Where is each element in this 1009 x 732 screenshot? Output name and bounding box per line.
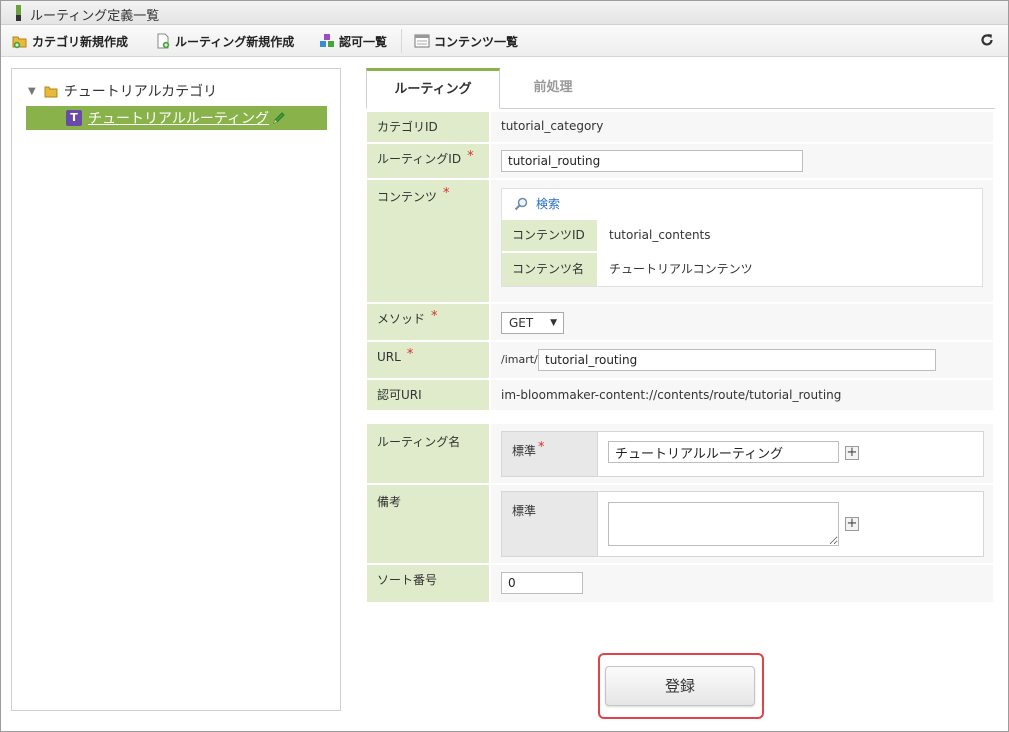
pencil-icon[interactable] bbox=[272, 111, 286, 125]
contents-name-value: チュートリアルコンテンツ bbox=[598, 253, 982, 286]
contents-search-link[interactable]: 検索 bbox=[514, 195, 560, 212]
tab-bar: ルーティング 前処理 bbox=[366, 68, 995, 109]
authz-uri-value: im-bloommaker-content://contents/route/t… bbox=[501, 388, 842, 402]
note-locale-label: 標準 bbox=[502, 492, 598, 556]
add-routing-label: ルーティング新規作成 bbox=[175, 34, 295, 49]
routing-id-label: ルーティングID * bbox=[367, 144, 489, 178]
add-locale-plus-icon[interactable]: + bbox=[845, 517, 859, 531]
routing-id-label-text: ルーティングID bbox=[377, 152, 462, 166]
blocks-icon bbox=[319, 33, 335, 49]
authz-uri-label-text: 認可URI bbox=[377, 388, 422, 402]
contents-id-value: tutorial_contents bbox=[598, 220, 982, 251]
method-cell bbox=[491, 304, 993, 340]
window-frame: ルーティング定義一覧 カテゴリ新規作成 ルーティング新規作成 認可一覧 コンテン… bbox=[0, 0, 1009, 732]
tree-routing-label: チュートリアルルーティング bbox=[88, 111, 270, 127]
contents-list-label: コンテンツ一覧 bbox=[434, 34, 519, 49]
method-selected-value: GET bbox=[509, 316, 534, 330]
note-textarea[interactable] bbox=[608, 502, 839, 546]
add-category-label: カテゴリ新規作成 bbox=[32, 34, 129, 49]
tree-category-node[interactable]: ▼ チュートリアルカテゴリ bbox=[28, 82, 217, 100]
contents-label: コンテンツ * bbox=[367, 180, 489, 302]
url-prefix: /imart/ bbox=[501, 353, 538, 366]
required-mark: * bbox=[467, 149, 474, 164]
sort-no-label: ソート番号 bbox=[367, 565, 489, 602]
add-locale-plus-icon[interactable]: + bbox=[845, 446, 859, 460]
routing-type-icon: T bbox=[66, 110, 82, 126]
method-label-text: メソッド bbox=[377, 312, 426, 326]
category-id-label-text: カテゴリID bbox=[377, 120, 438, 134]
contents-label-text: コンテンツ bbox=[377, 190, 438, 204]
required-mark: * bbox=[443, 186, 450, 201]
category-id-label: カテゴリID bbox=[367, 112, 489, 142]
folder-icon bbox=[44, 85, 58, 98]
note-label: 備考 bbox=[367, 485, 489, 563]
method-label: メソッド * bbox=[367, 304, 489, 340]
register-button[interactable]: 登録 bbox=[605, 666, 755, 706]
tree-routing-node[interactable]: T チュートリアルルーティング bbox=[26, 106, 327, 130]
authz-list-label: 認可一覧 bbox=[339, 34, 388, 49]
url-input[interactable] bbox=[538, 349, 936, 371]
title-mark-icon bbox=[16, 5, 21, 21]
note-label-text: 備考 bbox=[377, 495, 402, 509]
toolbar: カテゴリ新規作成 ルーティング新規作成 認可一覧 コンテンツ一覧 bbox=[1, 25, 1008, 57]
window-list-icon bbox=[414, 33, 430, 49]
dropdown-arrow-icon: ▼ bbox=[550, 318, 557, 328]
sort-no-input[interactable] bbox=[501, 572, 583, 594]
document-add-icon bbox=[155, 33, 171, 49]
tree-category-label: チュートリアルカテゴリ bbox=[63, 84, 218, 100]
required-mark: * bbox=[406, 347, 414, 362]
category-id-value: tutorial_category bbox=[501, 119, 604, 133]
authz-uri-label: 認可URI bbox=[367, 380, 489, 410]
method-select[interactable]: GET ▼ bbox=[501, 312, 564, 334]
routing-name-input[interactable] bbox=[608, 441, 839, 463]
add-category-button[interactable]: カテゴリ新規作成 bbox=[12, 31, 128, 51]
refresh-icon[interactable] bbox=[979, 33, 995, 49]
contents-list-button[interactable]: コンテンツ一覧 bbox=[414, 31, 518, 51]
search-label: 検索 bbox=[536, 197, 561, 211]
tab-routing[interactable]: ルーティング bbox=[366, 68, 500, 109]
routing-name-label-text: ルーティング名 bbox=[377, 435, 461, 449]
folder-add-icon bbox=[12, 33, 28, 49]
add-routing-button[interactable]: ルーティング新規作成 bbox=[155, 31, 294, 51]
required-mark: * bbox=[431, 309, 438, 324]
required-mark: * bbox=[538, 440, 545, 455]
authz-list-button[interactable]: 認可一覧 bbox=[319, 31, 387, 51]
url-label-text: URL bbox=[377, 350, 401, 364]
window-title: ルーティング定義一覧 bbox=[30, 9, 160, 24]
tab-preprocess[interactable]: 前処理 bbox=[500, 68, 606, 109]
locale-standard-text: 標準 bbox=[512, 504, 537, 518]
contents-name-label: コンテンツ名 bbox=[502, 253, 597, 286]
routing-name-label: ルーティング名 bbox=[367, 424, 489, 483]
expand-triangle-icon[interactable]: ▼ bbox=[28, 86, 36, 97]
title-bar: ルーティング定義一覧 bbox=[1, 1, 1008, 25]
routing-name-locale-label: 標準 * bbox=[502, 432, 598, 476]
magnifier-icon bbox=[514, 197, 528, 211]
url-label: URL * bbox=[367, 342, 489, 378]
toolbar-separator bbox=[401, 29, 402, 53]
contents-id-label: コンテンツID bbox=[502, 220, 597, 251]
locale-standard-text: 標準 bbox=[512, 444, 537, 458]
routing-tree: ▼ チュートリアルカテゴリ T チュートリアルルーティング bbox=[11, 68, 341, 711]
routing-id-input[interactable] bbox=[501, 150, 803, 172]
sort-no-label-text: ソート番号 bbox=[377, 573, 438, 587]
